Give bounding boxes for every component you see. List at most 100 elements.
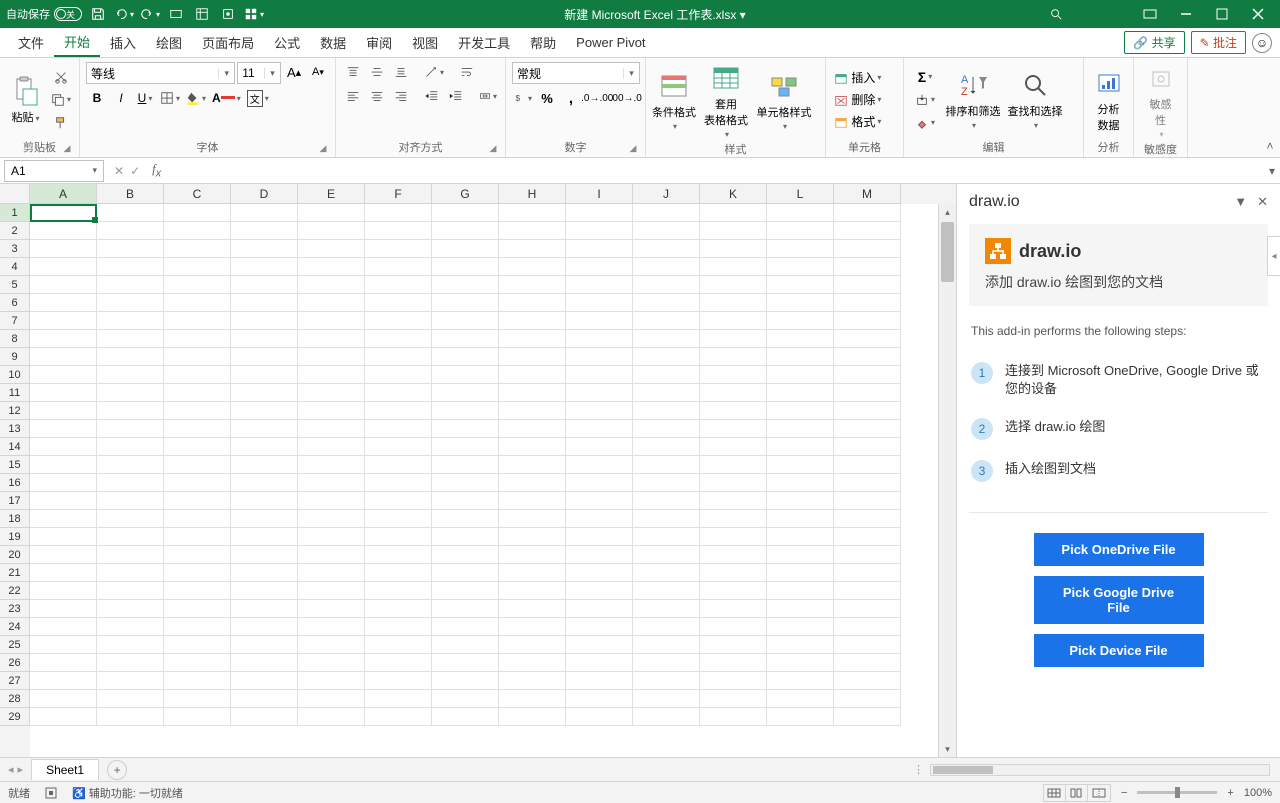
align-bottom-icon[interactable]: [390, 62, 412, 82]
tab-data[interactable]: 数据: [310, 28, 356, 57]
row-header-27[interactable]: 27: [0, 672, 30, 690]
cell-styles-button[interactable]: 单元格样式▾: [756, 62, 812, 139]
maximize-icon[interactable]: [1206, 2, 1238, 26]
col-header-L[interactable]: L: [767, 184, 834, 204]
delete-cells-button[interactable]: 删除▾: [832, 90, 897, 110]
bold-icon[interactable]: B: [86, 88, 108, 108]
orientation-icon[interactable]: ▾: [422, 62, 446, 82]
formula-input[interactable]: [167, 160, 1264, 182]
sheet-nav-prev-icon[interactable]: ◂: [8, 763, 14, 776]
pane-menu-icon[interactable]: ▼: [1234, 194, 1247, 210]
fill-icon[interactable]: ▾: [910, 90, 940, 110]
italic-icon[interactable]: I: [110, 88, 132, 108]
fill-color-icon[interactable]: ▾: [184, 88, 208, 108]
sheet-nav-next-icon[interactable]: ▸: [18, 763, 24, 776]
minimize-icon[interactable]: [1170, 2, 1202, 26]
wrap-text-icon[interactable]: [456, 62, 478, 82]
tab-view[interactable]: 视图: [402, 28, 448, 57]
decrease-indent-icon[interactable]: [421, 86, 443, 106]
pick-onedrive-button[interactable]: Pick OneDrive File: [1034, 533, 1204, 566]
qat-icon-3[interactable]: [218, 4, 238, 24]
search-icon[interactable]: [1046, 4, 1066, 24]
row-header-22[interactable]: 22: [0, 582, 30, 600]
zoom-level[interactable]: 100%: [1244, 787, 1272, 799]
col-header-E[interactable]: E: [298, 184, 365, 204]
row-header-14[interactable]: 14: [0, 438, 30, 456]
decrease-font-icon[interactable]: A▾: [307, 62, 329, 82]
decrease-decimal-icon[interactable]: .00→.0: [613, 88, 640, 108]
close-icon[interactable]: [1242, 2, 1274, 26]
copy-icon[interactable]: ▾: [49, 90, 73, 110]
row-header-13[interactable]: 13: [0, 420, 30, 438]
find-select-button[interactable]: 查找和选择▾: [1006, 62, 1064, 137]
row-header-11[interactable]: 11: [0, 384, 30, 402]
cut-icon[interactable]: [49, 67, 73, 87]
pick-device-button[interactable]: Pick Device File: [1034, 634, 1204, 667]
row-header-25[interactable]: 25: [0, 636, 30, 654]
collapse-ribbon-icon[interactable]: ˄: [1266, 139, 1273, 153]
row-header-20[interactable]: 20: [0, 546, 30, 564]
normal-view-icon[interactable]: [1044, 785, 1066, 801]
zoom-slider[interactable]: [1137, 791, 1217, 794]
row-header-19[interactable]: 19: [0, 528, 30, 546]
share-button[interactable]: 🔗 共享: [1124, 31, 1184, 54]
zoom-in-icon[interactable]: +: [1223, 787, 1237, 799]
tab-file[interactable]: 文件: [8, 28, 54, 57]
font-size-combo[interactable]: 11▾: [237, 62, 281, 84]
status-accessibility[interactable]: ♿ 辅助功能: 一切就绪: [72, 785, 183, 801]
col-header-K[interactable]: K: [700, 184, 767, 204]
undo-icon[interactable]: ▾: [114, 4, 134, 24]
row-header-21[interactable]: 21: [0, 564, 30, 582]
col-header-M[interactable]: M: [834, 184, 901, 204]
spreadsheet-grid[interactable]: ABCDEFGHIJKLM 12345678910111213141516171…: [0, 184, 956, 757]
fx-icon[interactable]: fx: [146, 161, 167, 180]
align-top-icon[interactable]: [342, 62, 364, 82]
row-header-10[interactable]: 10: [0, 366, 30, 384]
merge-center-icon[interactable]: ▾: [477, 86, 499, 106]
row-header-24[interactable]: 24: [0, 618, 30, 636]
row-header-5[interactable]: 5: [0, 276, 30, 294]
autosum-icon[interactable]: Σ▾: [910, 67, 940, 87]
row-header-1[interactable]: 1: [0, 204, 30, 222]
row-header-23[interactable]: 23: [0, 600, 30, 618]
ribbon-display-icon[interactable]: [1134, 2, 1166, 26]
col-header-C[interactable]: C: [164, 184, 231, 204]
align-right-icon[interactable]: [390, 86, 412, 106]
tab-powerpivot[interactable]: Power Pivot: [566, 28, 655, 57]
row-header-17[interactable]: 17: [0, 492, 30, 510]
number-format-combo[interactable]: 常规▾: [512, 62, 640, 84]
align-left-icon[interactable]: [342, 86, 364, 106]
clear-icon[interactable]: ▾: [910, 113, 940, 133]
cancel-formula-icon[interactable]: ✕: [114, 164, 124, 178]
col-header-B[interactable]: B: [97, 184, 164, 204]
qat-icon-1[interactable]: [166, 4, 186, 24]
percent-icon[interactable]: %: [536, 88, 558, 108]
redo-icon[interactable]: ▾: [140, 4, 160, 24]
increase-font-icon[interactable]: A▴: [283, 62, 305, 82]
font-launcher[interactable]: ◢: [317, 143, 329, 155]
col-header-J[interactable]: J: [633, 184, 700, 204]
horizontal-scrollbar[interactable]: [930, 764, 1270, 776]
name-box[interactable]: A1▾: [4, 160, 104, 182]
row-header-7[interactable]: 7: [0, 312, 30, 330]
conditional-format-button[interactable]: 条件格式▾: [652, 62, 696, 139]
row-header-4[interactable]: 4: [0, 258, 30, 276]
new-sheet-button[interactable]: +: [107, 760, 127, 780]
enter-formula-icon[interactable]: ✓: [130, 164, 140, 178]
tab-draw[interactable]: 绘图: [146, 28, 192, 57]
sort-filter-button[interactable]: AZ 排序和筛选▾: [944, 62, 1002, 137]
font-color-icon[interactable]: A▾: [210, 88, 243, 108]
expand-formula-bar-icon[interactable]: ▾: [1264, 164, 1280, 178]
align-launcher[interactable]: ◢: [487, 143, 499, 155]
tab-help[interactable]: 帮助: [520, 28, 566, 57]
select-all-corner[interactable]: [0, 184, 30, 204]
insert-cells-button[interactable]: 插入▾: [832, 68, 897, 88]
number-launcher[interactable]: ◢: [627, 143, 639, 155]
align-center-icon[interactable]: [366, 86, 388, 106]
col-header-H[interactable]: H: [499, 184, 566, 204]
increase-decimal-icon[interactable]: .0→.00: [584, 88, 611, 108]
pick-googledrive-button[interactable]: Pick Google Drive File: [1034, 576, 1204, 624]
col-header-F[interactable]: F: [365, 184, 432, 204]
row-header-18[interactable]: 18: [0, 510, 30, 528]
row-header-8[interactable]: 8: [0, 330, 30, 348]
